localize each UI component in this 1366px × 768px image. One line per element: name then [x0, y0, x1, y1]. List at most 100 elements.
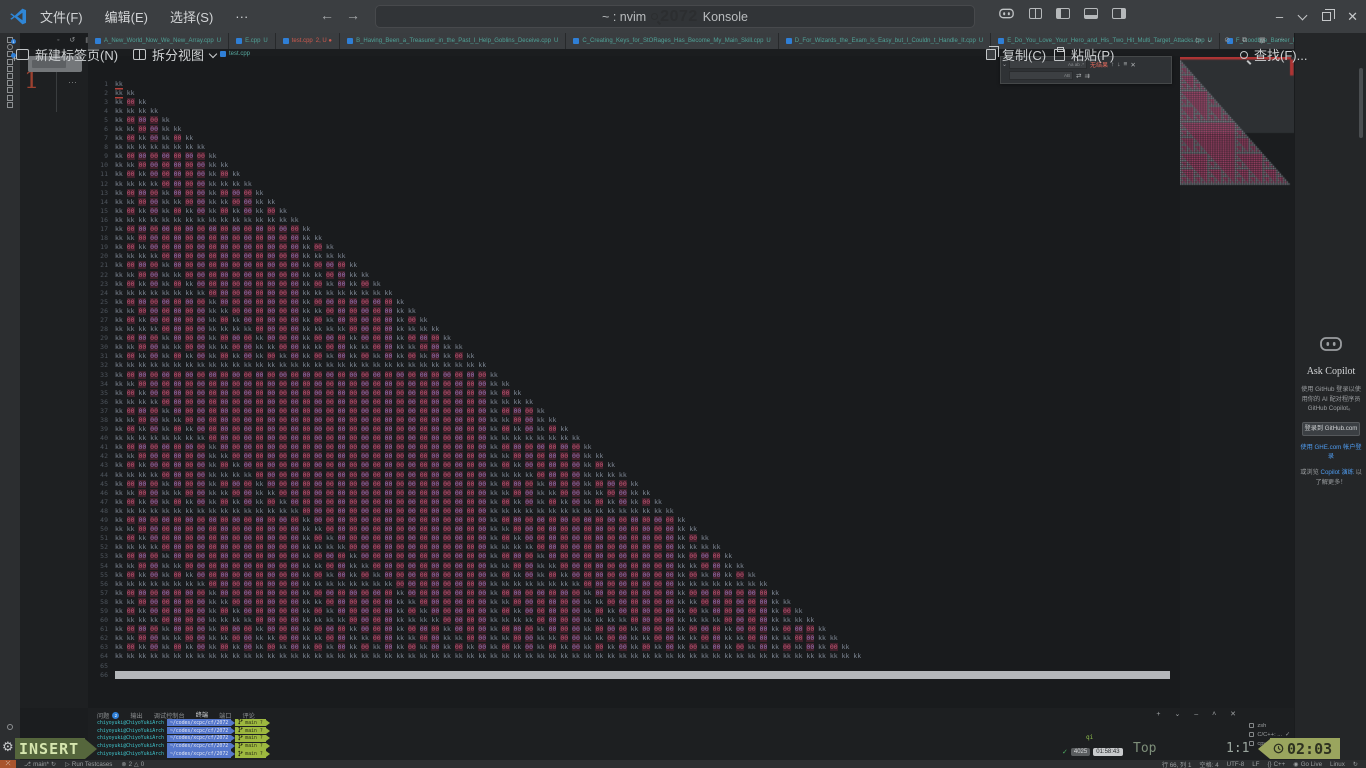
editor-tab[interactable]: D_For_Wizards_the_Exam_Is_Easy_but_I_Cou… — [779, 33, 991, 49]
code-token: kk — [513, 616, 521, 624]
chart-icon[interactable] — [7, 80, 13, 86]
forward-icon[interactable]: → — [346, 7, 360, 23]
back-icon[interactable]: ← — [320, 7, 334, 23]
code-token: 00 — [162, 180, 170, 188]
code-token: 00 — [373, 325, 381, 333]
close-find-icon[interactable]: ✕ — [1130, 61, 1135, 69]
terminal-output[interactable]: chiyoyuki@ChiyoYukiArch~/codes/xcpc/cf/2… — [97, 719, 270, 758]
code-token: kk — [678, 625, 686, 633]
code-token: kk — [595, 616, 603, 624]
command-center[interactable]: ~ : nvim 2072 Konsole — [375, 5, 975, 28]
account-icon[interactable] — [7, 724, 13, 730]
menu-item-2[interactable]: 选择(S) — [170, 7, 213, 26]
replace-input[interactable]: AB — [1009, 71, 1073, 80]
problems-item[interactable]: ⊗ 2 △ 0 — [121, 761, 144, 768]
ghe-signin-link[interactable]: 使用 GHE.com 帐户登录 — [1295, 443, 1366, 462]
run-testcases-item[interactable]: ▷ Run Testcases — [65, 761, 112, 768]
breadcrumb[interactable]: test.cpp — [220, 51, 250, 57]
code-token: kk — [138, 616, 146, 624]
konsole-menu-button[interactable] — [1334, 46, 1351, 58]
github-signin-button[interactable]: 登录到 GitHub.com — [1302, 422, 1360, 436]
code-token: 00 — [431, 343, 439, 351]
code-token: 00 — [607, 534, 615, 542]
code-token: 00 — [314, 471, 322, 479]
konsole-find-button[interactable]: 查找(F)... — [1240, 45, 1307, 64]
menu-item-0[interactable]: 文件(F) — [40, 7, 83, 26]
titlebar-icons — [998, 6, 1126, 21]
menu-item-1[interactable]: 编辑(E) — [105, 7, 148, 26]
close-button[interactable]: ✕ — [1347, 9, 1358, 25]
konsole-split-view-button[interactable]: 拆分视图 — [133, 45, 216, 64]
code-token: 00 — [349, 534, 357, 542]
terminal-instance[interactable]: zsh — [1249, 721, 1290, 730]
prompt-user: chiyoyuki@ChiyoYukiArch — [97, 743, 164, 749]
minimap[interactable] — [1180, 57, 1294, 187]
find-in-selection-icon[interactable]: ≡ — [1124, 61, 1128, 68]
hand-icon[interactable] — [7, 95, 13, 101]
code-token: 00 — [256, 252, 264, 260]
status-item-行 66, 列 1[interactable]: 行 66, 列 1 — [1162, 760, 1192, 768]
code-token: 00 — [631, 543, 639, 551]
walkthrough-link[interactable]: Copilot 演练 — [1321, 469, 1354, 476]
status-item-Go Live[interactable]: ◉Go Live — [1293, 761, 1322, 768]
git-branch-item[interactable]: ⎇ main* ↻ — [24, 761, 56, 768]
code-token: 00 — [162, 252, 170, 260]
toggle-secondary-sidebar-icon[interactable] — [1112, 8, 1126, 19]
badge: 1 — [11, 39, 16, 44]
keep-below-icon[interactable] — [1298, 10, 1308, 20]
replace-all-icon[interactable]: ⇉ — [1084, 72, 1089, 80]
toggle-primary-sidebar-icon[interactable] — [1056, 8, 1070, 19]
text-editor[interactable]: 1kk2kkkk3kk00kk4kkkkkkkk5kk000000kk6kkkk… — [88, 56, 1180, 710]
editor-tab[interactable]: test.cpp2, U ● — [276, 33, 340, 49]
powerline-arrow — [1258, 739, 1270, 759]
line-number: 65 — [88, 662, 108, 670]
status-item-空格: 4[interactable]: 空格: 4 — [1199, 760, 1218, 768]
status-item-C++[interactable]: {}C++ — [1267, 761, 1285, 768]
panel-scrollbar[interactable] — [1359, 68, 1363, 138]
code-token: 00 — [197, 643, 205, 651]
references-icon[interactable] — [7, 87, 13, 93]
code-token: 00 — [631, 616, 639, 624]
code-token: 00 — [267, 261, 275, 269]
workspace-search[interactable]: 2072 — [651, 8, 698, 26]
code-token: kk — [115, 525, 123, 533]
test-icon[interactable] — [7, 102, 13, 108]
remote-explorer-icon[interactable] — [7, 73, 13, 79]
code-token: kk — [408, 598, 416, 606]
code-token: kk — [162, 352, 170, 360]
toggle-panel-icon[interactable] — [1084, 8, 1098, 19]
code-token: 00 — [361, 443, 369, 451]
next-match-icon[interactable]: ↓ — [1117, 61, 1120, 68]
remote-indicator[interactable]: ⤫ — [0, 760, 16, 768]
status-item-UTF-8[interactable]: UTF-8 — [1227, 761, 1245, 768]
status-item-↻[interactable]: ↻ — [1353, 761, 1358, 768]
code-token: kk — [291, 361, 299, 369]
customize-layout-icon[interactable] — [1029, 8, 1042, 19]
code-token: 00 — [209, 580, 217, 588]
terminal-panel-actions[interactable]: + ⌄ – ˄ ✕ — [1156, 710, 1242, 718]
code-token: 00 — [197, 625, 205, 633]
copilot-icon[interactable] — [998, 6, 1015, 21]
editor-tab[interactable]: E.cppU — [229, 33, 276, 49]
manage-gear-icon[interactable]: ⚙ — [2, 740, 14, 755]
editor-tab[interactable]: B_Having_Been_a_Treasurer_in_the_Past_I_… — [340, 33, 566, 49]
status-item-Linux[interactable]: Linux — [1330, 761, 1345, 768]
status-item-LF[interactable]: LF — [1252, 761, 1259, 768]
konsole-copy-button[interactable]: 复制(C) — [986, 45, 1046, 64]
menu-item-3[interactable]: ··· — [235, 9, 248, 24]
editor-tab[interactable]: C_Creating_Keys_for_StORages_Has_Become_… — [566, 33, 778, 49]
code-token: kk — [431, 325, 439, 333]
konsole-new-tab-button[interactable]: 新建标签页(N) — [16, 45, 118, 64]
code-token: kk — [490, 643, 498, 651]
restore-button[interactable] — [1322, 12, 1331, 21]
konsole-paste-button[interactable]: 粘贴(P) — [1054, 45, 1114, 64]
code-token: kk — [631, 643, 639, 651]
code-token: 00 — [396, 398, 404, 406]
code-token: kk — [138, 316, 146, 324]
code-token: kk — [150, 543, 158, 551]
minimize-button[interactable]: – — [1276, 9, 1283, 24]
extensions-icon[interactable] — [7, 66, 13, 72]
replace-one-icon[interactable]: ⇄ — [1076, 72, 1081, 80]
search-icon[interactable] — [7, 44, 13, 50]
code-token: kk — [349, 625, 357, 633]
